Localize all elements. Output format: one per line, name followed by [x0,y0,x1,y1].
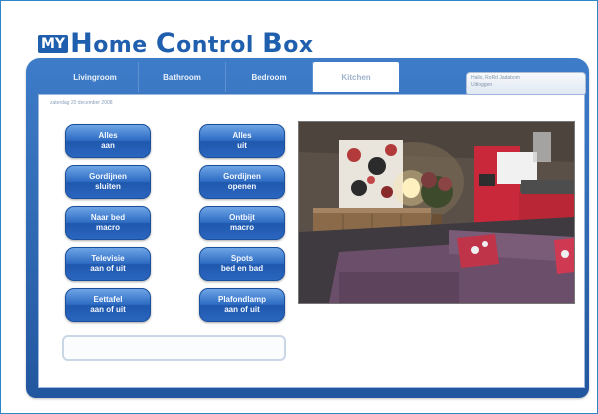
button-label-line1: Eettafel [93,295,123,304]
button-label-line2: sluiten [95,182,121,191]
button-label-line2: aan of uit [224,305,260,314]
all-off-button[interactable]: Alles uit [199,124,285,158]
dining-table-toggle-button[interactable]: Eettafel aan of uit [65,288,151,322]
room-tabs: Livingroom Bathroom Bedroom Kitchen [52,62,399,92]
button-label-line2: aan of uit [90,305,126,314]
button-label-line1: Alles [98,131,118,140]
tab-bathroom[interactable]: Bathroom [139,62,226,92]
app-logo: MY Home Control Box [38,28,314,59]
button-label-line2: uit [237,141,247,150]
tab-kitchen[interactable]: Kitchen [313,62,399,92]
button-label-line1: Plafondlamp [217,295,266,304]
television-toggle-button[interactable]: Televisie aan of uit [65,247,151,281]
button-label-line1: Gordijnen [89,172,127,181]
button-label-line1: Ontbijt [229,213,255,222]
logout-link[interactable]: Uitloggen [471,82,581,89]
room-camera-image [298,121,575,304]
button-label-line2: macro [229,223,254,232]
spots-button[interactable]: Spots bed en bad [199,247,285,281]
button-label-line2: bed en bad [220,264,264,273]
tab-livingroom[interactable]: Livingroom [52,62,139,92]
button-label-line1: Naar bed [90,213,126,222]
button-label-line1: Spots [230,254,254,263]
button-label-line2: aan of uit [90,264,126,273]
button-label-line2: macro [95,223,120,232]
button-label-line1: Alles [232,131,252,140]
all-on-button[interactable]: Alles aan [65,124,151,158]
bedtime-macro-button[interactable]: Naar bed macro [65,206,151,240]
button-label-line1: Televisie [91,254,125,263]
tab-bedroom[interactable]: Bedroom [226,62,313,92]
close-curtains-button[interactable]: Gordijnen sluiten [65,165,151,199]
open-curtains-button[interactable]: Gordijnen openen [199,165,285,199]
logo-badge: MY [38,34,69,53]
ceiling-lamp-toggle-button[interactable]: Plafondlamp aan of uit [199,288,285,322]
user-greeting: Hallo, RoRd Jadabom [471,75,520,81]
button-label-line2: aan [101,141,115,150]
message-field[interactable] [62,335,286,361]
user-box: Hallo, RoRd Jadabom Uitloggen [466,72,586,96]
logo-title: Home Control Box [70,28,314,59]
button-label-line2: openen [227,182,257,191]
button-label-line1: Gordijnen [223,172,261,181]
breakfast-macro-button[interactable]: Ontbijt macro [199,206,285,240]
status-text: zaterdag 20 december 2008 [50,100,113,106]
